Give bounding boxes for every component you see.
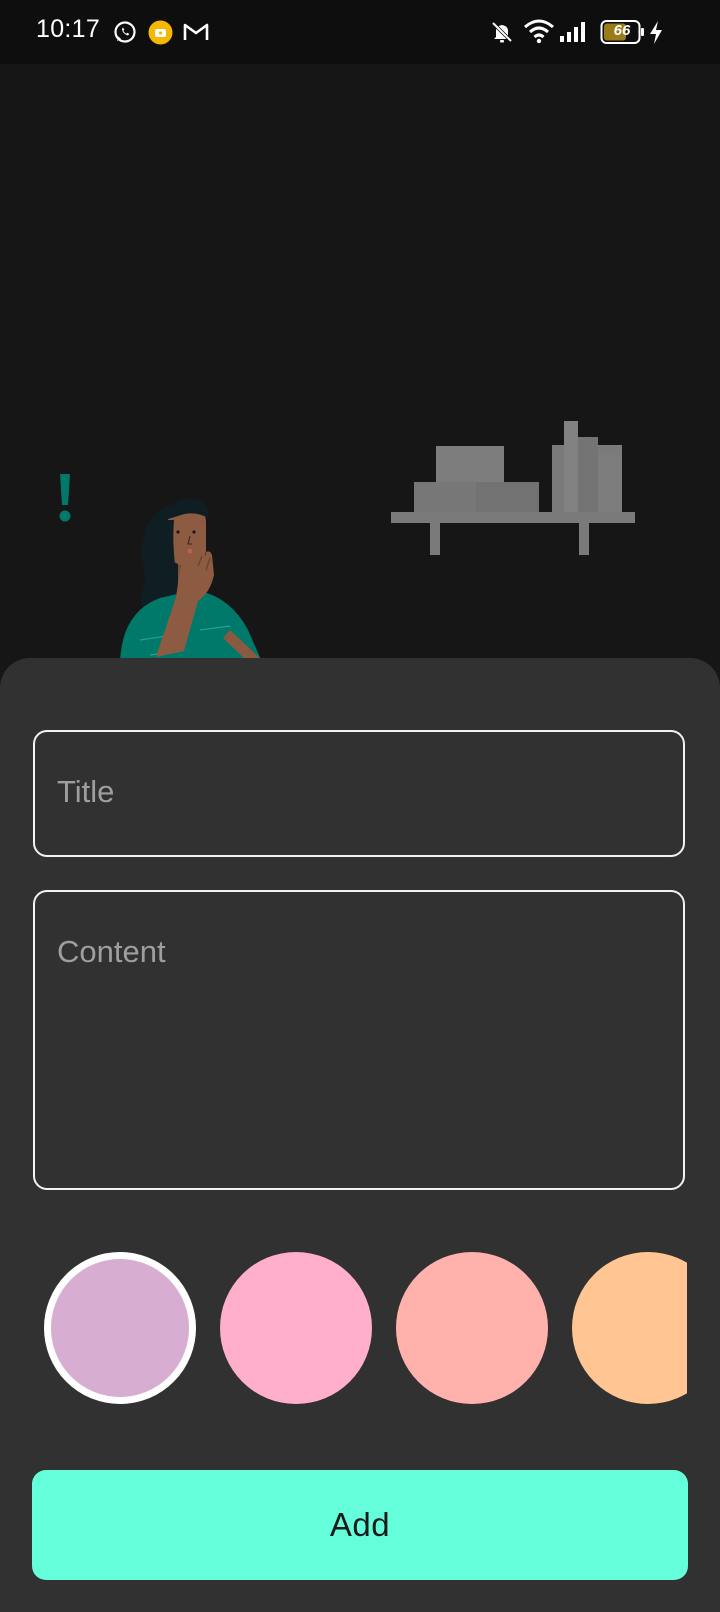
charging-icon (650, 21, 662, 44)
woman-figure (120, 498, 264, 662)
status-time: 10:17 (36, 15, 101, 43)
notification-app-icon (148, 20, 173, 45)
add-note-screen: 10:17 66 Title Content Add (0, 0, 720, 1612)
color-swatch-peach[interactable] (572, 1252, 687, 1404)
signal-icon (560, 22, 585, 42)
gmail-icon (183, 23, 209, 40)
empty-state-illustration (59, 421, 635, 662)
color-swatch-lilac[interactable] (44, 1252, 196, 1404)
whatsapp-icon (114, 21, 136, 43)
color-swatch-salmon[interactable] (396, 1252, 548, 1404)
exclamation-icon (59, 474, 71, 522)
add-note-sheet: Title Content Add (0, 658, 720, 1612)
battery-level: 66 (613, 22, 631, 39)
wifi-icon (524, 19, 554, 44)
add-button[interactable]: Add (32, 1470, 688, 1580)
bookshelf (391, 421, 635, 555)
color-picker (33, 1250, 687, 1410)
color-swatch-pink[interactable] (220, 1252, 372, 1404)
mute-icon (491, 21, 513, 43)
content-input[interactable]: Content (33, 890, 685, 1190)
content-placeholder: Content (57, 934, 166, 969)
status-bar: 10:17 66 (0, 0, 720, 64)
title-input[interactable]: Title (33, 730, 685, 857)
title-placeholder: Title (57, 774, 115, 809)
